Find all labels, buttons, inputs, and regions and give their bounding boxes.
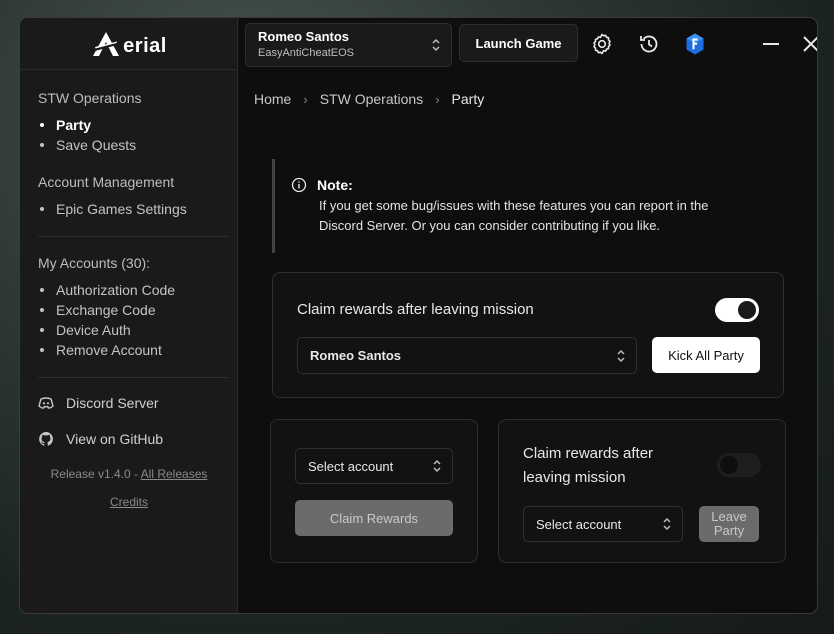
breadcrumb-current: Party — [451, 91, 485, 107]
sidebar-item-label: Remove Account — [56, 342, 162, 358]
github-label: View on GitHub — [66, 431, 164, 447]
sidebar-item-device-auth[interactable]: Device Auth — [38, 320, 228, 340]
github-link[interactable]: View on GitHub — [38, 431, 163, 447]
claim-rewards-label: Claim rewards after leaving mission — [297, 301, 534, 318]
aerial-logo-icon — [93, 31, 120, 56]
claim-rewards-manual-card: Select account Claim Rewards — [270, 419, 478, 563]
credits: Credits — [20, 495, 238, 509]
logo: erial — [20, 18, 238, 70]
github-icon — [39, 432, 53, 446]
chevron-up-down-icon — [432, 38, 440, 52]
sidebar-item-remove-account[interactable]: Remove Account — [38, 340, 228, 360]
claim-rewards-card: Claim rewards after leaving mission Rome… — [272, 272, 784, 398]
main-content: Home › STW Operations › Party Note: If y… — [238, 70, 817, 613]
sidebar-item-save-quests[interactable]: Save Quests — [38, 135, 228, 155]
sidebar-item-label: Authorization Code — [56, 282, 176, 298]
sidebar-item-label: Party — [56, 117, 92, 133]
all-releases-link[interactable]: All Releases — [141, 467, 208, 481]
sidebar-divider — [38, 377, 228, 378]
sidebar-item-label: Save Quests — [56, 137, 137, 153]
sidebar-item-label: Epic Games Settings — [56, 201, 187, 217]
leave-party-card: Claim rewards after leaving mission Sele… — [498, 419, 786, 563]
gear-icon[interactable] — [590, 32, 614, 56]
chevron-up-down-icon — [433, 459, 441, 473]
claim-account-placeholder: Select account — [308, 458, 394, 474]
account-anticheat: EasyAntiCheatEOS — [258, 47, 354, 59]
kick-all-party-button[interactable]: Kick All Party — [652, 337, 760, 373]
leave-party-button[interactable]: Leave Party — [699, 506, 759, 542]
sidebar-divider — [38, 236, 228, 237]
account-management-heading: Account Management — [38, 174, 175, 190]
note-text: If you get some bug/issues with these fe… — [319, 198, 709, 233]
leave-claim-rewards-label: Claim rewards after leaving mission — [523, 445, 654, 486]
note-title: Note: — [317, 177, 353, 193]
topbar: Romeo Santos EasyAntiCheatEOS Launch Gam… — [238, 18, 817, 70]
info-icon — [291, 177, 307, 193]
sidebar-item-exchange-code[interactable]: Exchange Code — [38, 300, 228, 320]
stw-heading: STW Operations — [38, 90, 142, 106]
sidebar-item-authorization-code[interactable]: Authorization Code — [38, 280, 228, 300]
release-info: Release v1.4.0 - All Releases — [20, 467, 238, 481]
claim-rewards-button[interactable]: Claim Rewards — [295, 500, 453, 536]
chevron-up-down-icon — [663, 517, 671, 531]
leave-claim-rewards-toggle[interactable] — [717, 453, 761, 477]
claim-account-select[interactable]: Select account — [295, 448, 453, 484]
breadcrumb-section[interactable]: STW Operations — [320, 91, 423, 107]
launch-game-button[interactable]: Launch Game — [459, 24, 578, 62]
sidebar: erial STW Operations Party Save Quests A… — [20, 18, 238, 613]
account-name: Romeo Santos — [258, 29, 350, 44]
my-accounts-heading: My Accounts (30): — [38, 255, 151, 271]
sidebar-item-label: Exchange Code — [56, 302, 156, 318]
minimize-icon[interactable] — [759, 32, 783, 56]
discord-icon — [38, 397, 54, 409]
chevron-up-down-icon — [617, 349, 625, 362]
party-account-value: Romeo Santos — [310, 348, 402, 363]
release-version: Release v1.4.0 - — [50, 467, 141, 481]
chevron-right-icon: › — [303, 91, 308, 107]
breadcrumb-home[interactable]: Home — [254, 91, 291, 107]
leave-account-placeholder: Select account — [536, 516, 622, 532]
sidebar-item-epic-games-settings[interactable]: Epic Games Settings — [38, 199, 228, 219]
my-accounts-section: My Accounts (30): Authorization Code Exc… — [38, 255, 228, 360]
account-management-section: Account Management Epic Games Settings — [38, 174, 228, 219]
history-icon[interactable] — [637, 32, 661, 56]
discord-label: Discord Server — [66, 395, 159, 411]
close-icon[interactable] — [799, 32, 818, 56]
sidebar-item-party[interactable]: Party — [38, 115, 228, 135]
breadcrumb: Home › STW Operations › Party — [254, 91, 484, 107]
stw-section: STW Operations Party Save Quests — [38, 90, 228, 155]
app-window: erial STW Operations Party Save Quests A… — [19, 17, 818, 614]
app-name: erial — [123, 35, 167, 57]
credits-link[interactable]: Credits — [110, 495, 148, 509]
claim-rewards-toggle[interactable] — [715, 298, 759, 322]
note-callout: Note: If you get some bug/issues with th… — [272, 159, 752, 253]
leave-account-select[interactable]: Select account — [523, 506, 683, 542]
fortnite-icon[interactable] — [683, 32, 707, 56]
account-selector[interactable]: Romeo Santos EasyAntiCheatEOS — [245, 23, 452, 67]
sidebar-item-label: Device Auth — [56, 322, 131, 338]
discord-server-link[interactable]: Discord Server — [38, 395, 159, 411]
chevron-right-icon: › — [435, 91, 440, 107]
party-account-select[interactable]: Romeo Santos — [297, 337, 637, 374]
